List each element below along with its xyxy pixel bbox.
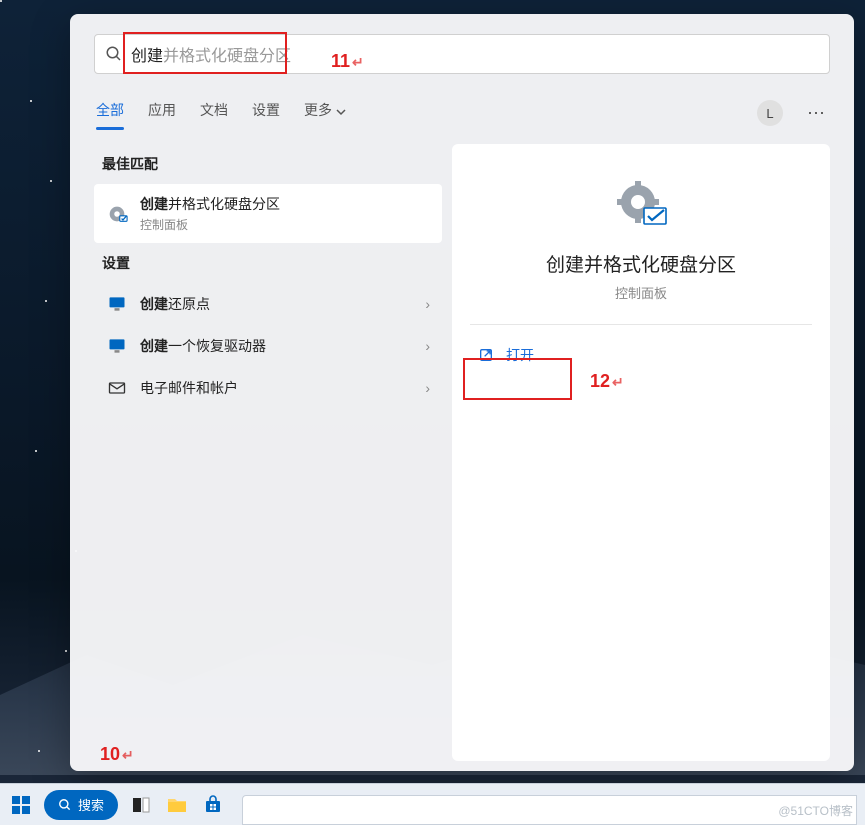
user-avatar[interactable]: L <box>757 100 783 126</box>
detail-subtitle: 控制面板 <box>615 283 667 302</box>
annotation-label-12: 12↵ <box>590 371 624 392</box>
section-settings: 设置 <box>102 253 442 273</box>
result-recovery-drive[interactable]: 创建一个恢复驱动器 › <box>94 325 442 367</box>
results-column: 最佳匹配 创建并格式化硬盘分区 控制面板 设置 创建还原点 › 创建一个恢复驱动 <box>94 144 442 761</box>
taskbar-search-button[interactable]: 搜索 <box>44 790 118 820</box>
chevron-right-icon: › <box>425 380 430 396</box>
watermark: @51CTO博客 <box>778 802 853 819</box>
more-options-button[interactable]: ⋯ <box>803 103 830 124</box>
tab-all[interactable]: 全部 <box>94 96 126 130</box>
tab-settings[interactable]: 设置 <box>250 96 282 130</box>
result-email-accounts[interactable]: 电子邮件和帐户 › <box>94 367 442 409</box>
taskbar-rest <box>242 795 857 825</box>
annotation-label-10: 10↵ <box>100 744 134 765</box>
store-button[interactable] <box>200 792 226 818</box>
open-action[interactable]: 打开 <box>470 335 812 375</box>
annotation-label-11: 11↵ <box>331 51 364 72</box>
windows-search-popup: 创建并格式化硬盘分区 全部 应用 文档 设置 更多 L ⋯ 最佳匹配 创建并格式… <box>70 14 854 771</box>
result-create-partition[interactable]: 创建并格式化硬盘分区 控制面板 <box>94 184 442 243</box>
search-input-bar[interactable]: 创建并格式化硬盘分区 <box>94 34 830 74</box>
start-button[interactable] <box>8 792 34 818</box>
monitor-icon <box>106 335 128 357</box>
chevron-right-icon: › <box>425 296 430 312</box>
tab-more[interactable]: 更多 <box>302 96 348 130</box>
open-icon <box>478 347 494 363</box>
separator <box>470 324 812 325</box>
detail-panel: 创建并格式化硬盘分区 控制面板 打开 <box>452 144 830 761</box>
task-view-button[interactable] <box>128 792 154 818</box>
section-best-match: 最佳匹配 <box>102 154 442 174</box>
chevron-right-icon: › <box>425 338 430 354</box>
search-filter-tabs: 全部 应用 文档 设置 更多 L ⋯ <box>94 96 830 130</box>
tab-apps[interactable]: 应用 <box>146 96 178 130</box>
monitor-icon <box>106 293 128 315</box>
tab-documents[interactable]: 文档 <box>198 96 230 130</box>
gear-check-icon <box>614 178 668 232</box>
result-restore-point[interactable]: 创建还原点 › <box>94 283 442 325</box>
file-explorer-button[interactable] <box>164 792 190 818</box>
search-icon <box>58 798 72 812</box>
detail-title: 创建并格式化硬盘分区 <box>546 250 736 277</box>
gear-icon <box>106 203 128 225</box>
mail-icon <box>106 377 128 399</box>
taskbar: 搜索 <box>0 783 865 825</box>
